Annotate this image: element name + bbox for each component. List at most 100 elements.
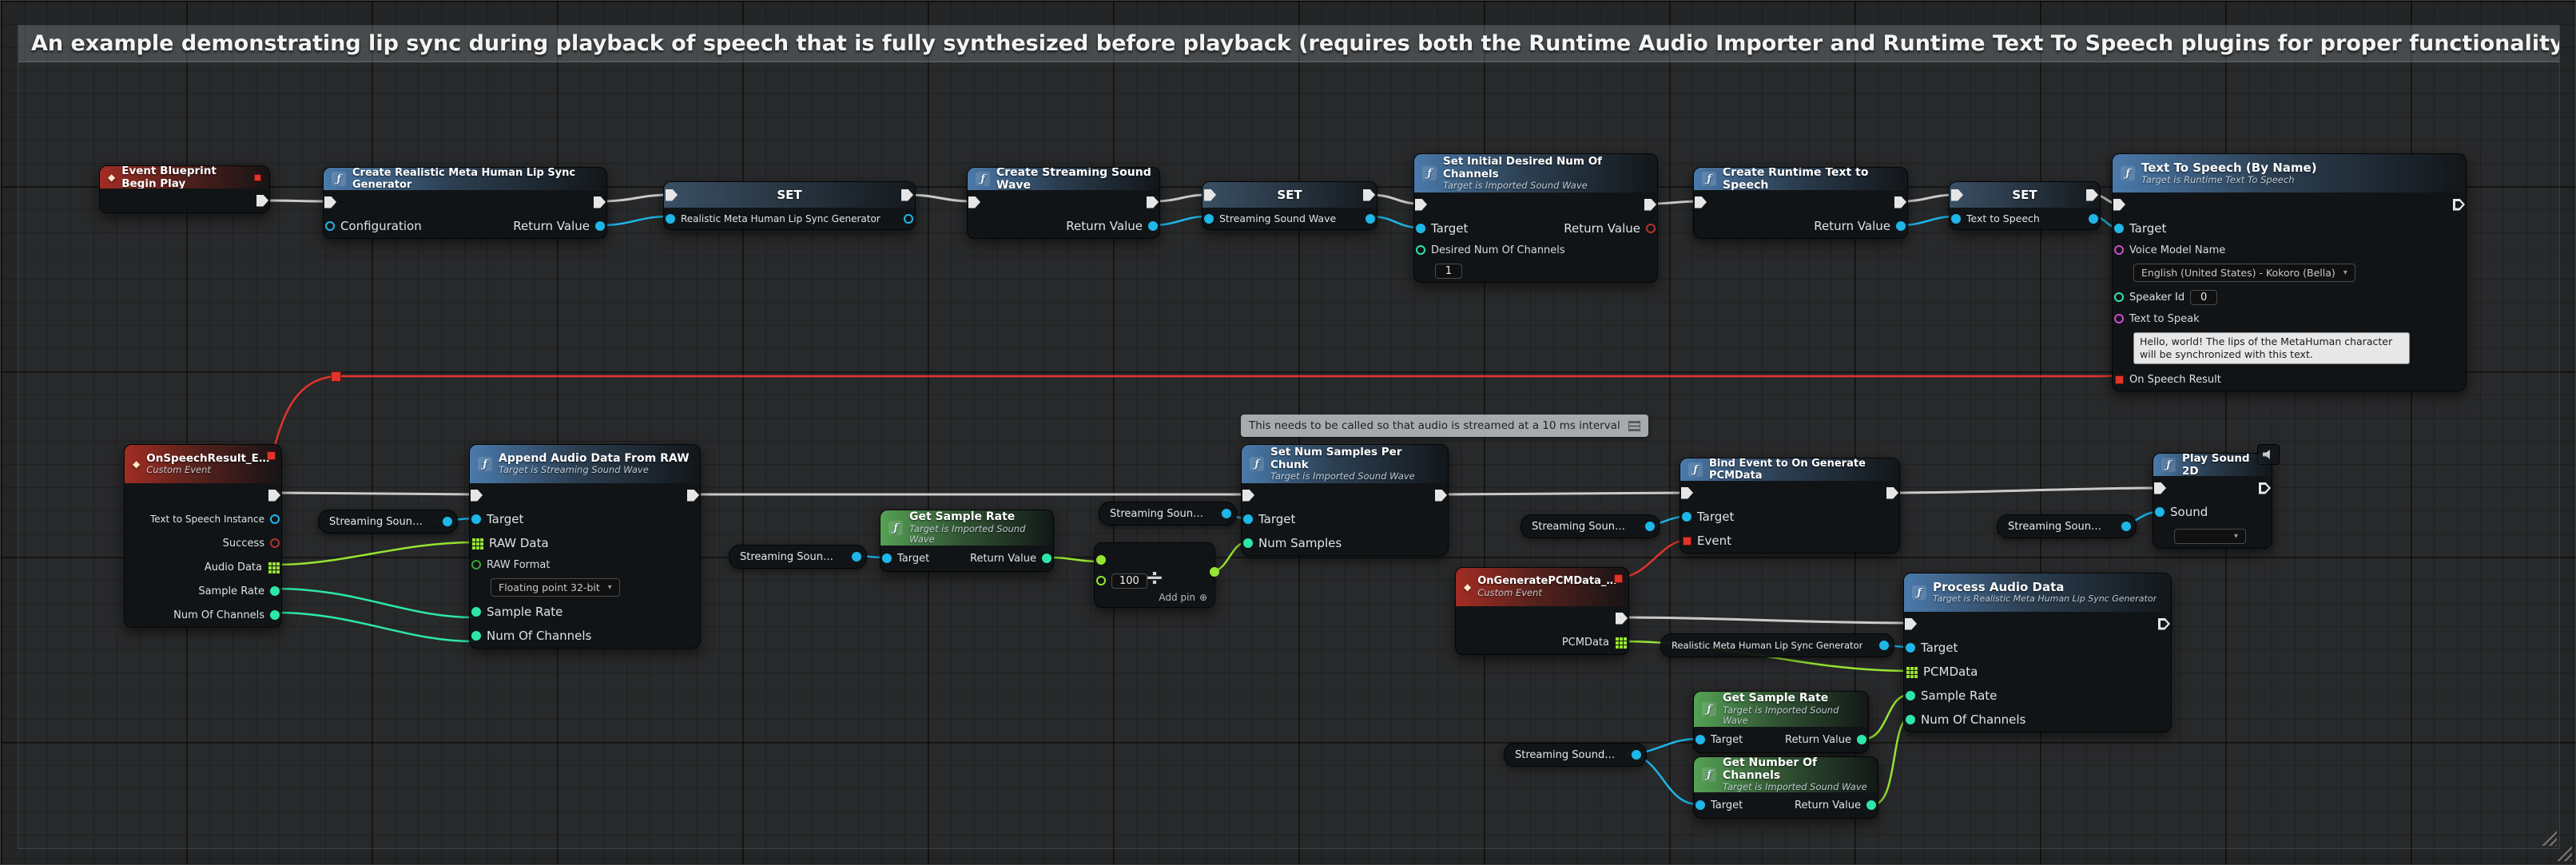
variable-out-pin[interactable] [1879,641,1889,650]
variable-in-pin[interactable] [1204,214,1214,224]
delegate-pin[interactable] [254,174,261,181]
return-value-pin[interactable] [1042,554,1051,563]
node-get-sample-rate[interactable]: ƒ Get Sample Rate Target is Imported Sou… [880,510,1054,572]
exec-in-pin[interactable] [1951,189,1963,201]
add-pin-button[interactable]: Add pin ⊕ [1159,592,1207,603]
pcmdata-pin[interactable] [1906,666,1918,678]
bubble-pin-icon[interactable] [1628,421,1640,431]
exec-in-pin[interactable] [1681,487,1693,499]
node-bind-event-to-on-generate-pcmdata[interactable]: ƒ Bind Event to On Generate PCMData Targ… [1680,458,1900,554]
return-value-pin[interactable] [1896,221,1906,231]
audio-data-pin[interactable] [268,561,280,573]
getter-streaming-sound-wave[interactable]: Streaming Sound Wave [1099,502,1237,526]
variable-out-pin[interactable] [2089,214,2098,224]
sound-pin[interactable] [2155,507,2165,517]
exec-in-pin[interactable] [1242,490,1254,502]
return-value-pin[interactable] [1148,221,1158,231]
desired-num-channels-pin[interactable] [1416,245,1425,255]
exec-in-pin[interactable] [471,490,483,502]
variable-in-pin[interactable] [666,214,675,224]
exec-in-pin[interactable] [2154,482,2166,494]
node-set-lipsync-generator[interactable]: SET Realistic Meta Human Lip Sync Genera… [663,181,916,230]
target-pin[interactable] [1695,800,1705,810]
node-play-sound-2d[interactable]: ƒ Play Sound 2D Sound ▾ [2153,453,2272,549]
target-pin[interactable] [882,554,892,563]
raw-format-dropdown[interactable]: Floating point 32-bit ▾ [491,578,620,597]
exec-out-pin[interactable] [1363,189,1375,201]
configuration-pin[interactable] [325,221,335,231]
exec-out-pin[interactable] [1616,613,1628,625]
return-value-pin[interactable] [595,221,605,231]
node-set-streaming-sound-wave[interactable]: SET Streaming Sound Wave [1202,181,1377,230]
variable-out-pin[interactable] [1366,214,1375,224]
target-pin[interactable] [1416,224,1425,233]
exec-out-pin[interactable] [1644,199,1656,211]
exec-in-pin[interactable] [1695,196,1707,208]
exec-in-pin[interactable] [1415,199,1427,211]
divide-a-pin[interactable] [1096,555,1106,565]
success-pin[interactable] [270,538,280,548]
getter-streaming-sound-wave[interactable]: Streaming Sound Wave [1504,743,1647,767]
desired-num-channels-input[interactable]: 1 [1435,264,1462,279]
exec-out-pin[interactable] [2086,189,2098,201]
node-process-audio-data[interactable]: ƒ Process Audio Data Target is Realistic… [1903,573,2172,732]
exec-in-pin[interactable] [666,189,678,201]
node-create-runtime-tts[interactable]: ƒ Create Runtime Text to Speech Return V… [1693,167,1908,239]
event-delegate-pin[interactable] [1683,537,1691,546]
exec-out-pin[interactable] [268,490,280,502]
exec-out-pin[interactable] [901,189,913,201]
variable-out-pin[interactable] [1645,522,1655,531]
node-comment-bubble[interactable]: This needs to be called so that audio is… [1241,415,1648,437]
exec-out-pin[interactable] [594,196,606,208]
raw-data-pin[interactable] [471,538,483,550]
node-append-audio-data-from-raw[interactable]: ƒ Append Audio Data From RAW Target is S… [469,444,701,649]
return-value-pin[interactable] [1866,800,1876,810]
sample-rate-pin[interactable] [471,607,481,617]
sample-rate-pin[interactable] [270,586,280,596]
variable-out-pin[interactable] [1222,509,1231,518]
exec-out-pin[interactable] [687,490,699,502]
exec-out-pin[interactable] [2259,482,2271,494]
sample-rate-pin[interactable] [1906,691,1915,700]
node-divide[interactable]: 100 ÷ Add pin ⊕ [1094,542,1215,608]
text-to-speak-input[interactable]: Hello, world! The lips of the MetaHuman … [2133,332,2410,365]
exec-in-pin[interactable] [1905,618,1917,630]
variable-out-pin[interactable] [1632,750,1641,760]
node-set-tts[interactable]: SET Text to Speech [1949,181,2101,230]
getter-streaming-sound-wave[interactable]: Streaming Sound Wave [1997,514,2137,538]
getter-streaming-sound-wave[interactable]: Streaming Sound Wave [729,545,867,569]
num-channels-pin[interactable] [1906,715,1915,724]
exec-in-pin[interactable] [968,196,980,208]
speaker-id-input[interactable]: 0 [2190,290,2217,305]
num-channels-pin[interactable] [270,610,280,620]
node-get-sample-rate[interactable]: ƒ Get Sample Rate Target is Imported Sou… [1693,691,1869,753]
delegate-pin[interactable] [1614,574,1623,583]
raw-format-pin[interactable] [471,560,481,569]
exec-out-pin[interactable] [1147,196,1159,208]
node-get-number-of-channels[interactable]: ƒ Get Number Of Channels Target is Impor… [1693,756,1878,819]
exec-out-pin[interactable] [1894,196,1906,208]
node-on-generate-pcmdata-event[interactable]: ◆ OnGeneratePCMData_Event Custom Event P… [1455,567,1629,655]
num-samples-pin[interactable] [1243,538,1253,548]
target-pin[interactable] [1682,512,1691,522]
blueprint-graph[interactable]: An example demonstrating lip sync during… [0,0,2576,865]
sound-asset-dropdown[interactable]: ▾ [2174,529,2246,544]
target-pin[interactable] [1906,643,1915,653]
getter-lipsync-generator[interactable]: Realistic Meta Human Lip Sync Generator [1660,633,1894,657]
variable-out-pin[interactable] [443,517,452,526]
variable-out-pin[interactable] [2121,522,2131,531]
reroute-node[interactable] [331,371,341,382]
exec-in-pin[interactable] [2113,199,2125,211]
node-event-begin-play[interactable]: ◆ Event Blueprint Begin Play [99,165,270,213]
node-text-to-speech-by-name[interactable]: ƒ Text To Speech (By Name) Target is Run… [2112,153,2467,391]
exec-out-pin[interactable] [2453,199,2465,211]
divide-b-pin[interactable] [1096,576,1106,585]
voice-model-dropdown[interactable]: English (United States) - Kokoro (Bella)… [2133,264,2355,282]
getter-streaming-sound-wave[interactable]: Streaming Sound Wave [318,510,458,534]
exec-out-pin[interactable] [2158,618,2170,630]
exec-out-pin[interactable] [256,195,268,207]
on-speech-result-delegate-pin[interactable] [2115,375,2124,384]
exec-out-pin[interactable] [1886,487,1898,499]
voice-model-name-pin[interactable] [2114,245,2124,255]
divide-b-input[interactable]: 100 [1111,573,1147,589]
